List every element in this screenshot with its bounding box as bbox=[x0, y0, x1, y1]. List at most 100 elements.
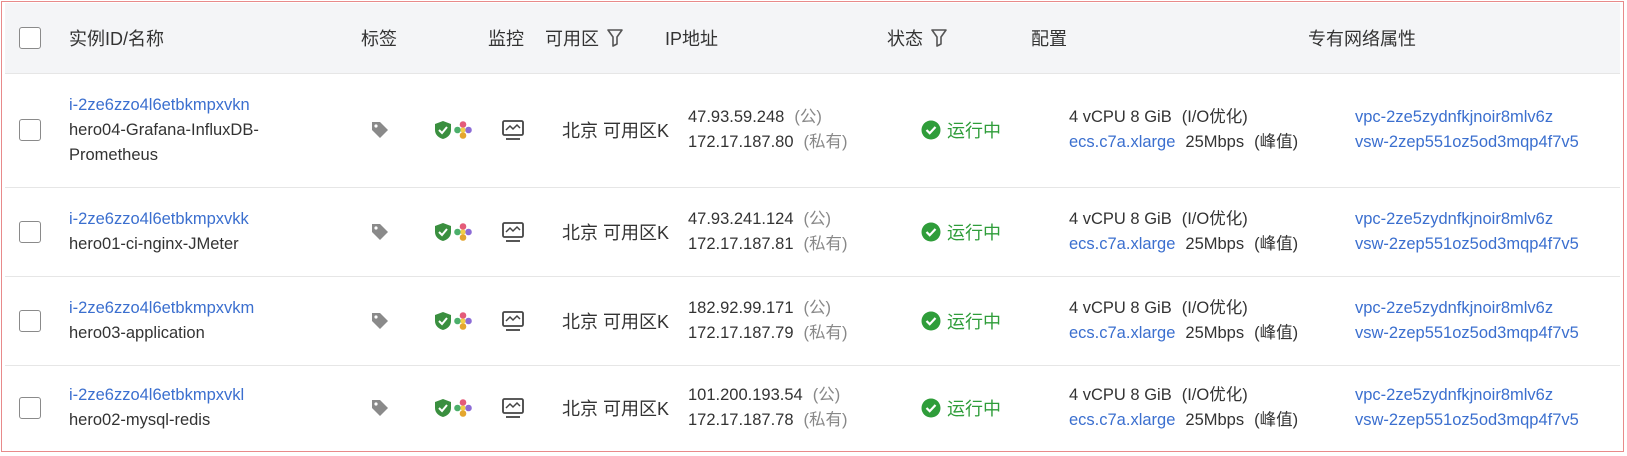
shield-icon[interactable] bbox=[433, 311, 453, 331]
bandwidth-tag: (峰值) bbox=[1254, 133, 1299, 151]
status-text: 运行中 bbox=[947, 399, 1001, 419]
instance-type-link[interactable]: ecs.c7a.xlarge bbox=[1069, 235, 1175, 253]
instance-id-link[interactable]: i-2ze6zzo4l6etbkmpxvkm bbox=[69, 296, 359, 321]
zone-cell: 北京 可用区K bbox=[562, 187, 672, 276]
ip-private: 172.17.187.80 bbox=[688, 133, 794, 151]
vsw-link[interactable]: vsw-2zep551oz5od3mqp4f7v5 bbox=[1355, 321, 1625, 346]
row-checkbox[interactable] bbox=[19, 397, 41, 419]
row-checkbox[interactable] bbox=[19, 309, 41, 332]
shield-icon[interactable] bbox=[433, 222, 453, 242]
tag-cell bbox=[371, 73, 411, 187]
ip-public-line: 101.200.193.54 (公) bbox=[688, 383, 908, 408]
zone-cell: 北京 可用区K bbox=[562, 276, 672, 365]
instance-type-link[interactable]: ecs.c7a.xlarge bbox=[1069, 133, 1175, 151]
header-select-cell bbox=[19, 3, 49, 73]
select-all-checkbox[interactable] bbox=[19, 27, 41, 49]
flower-icon[interactable] bbox=[453, 222, 473, 242]
tag-icon[interactable] bbox=[371, 121, 411, 139]
ip-public-line: 47.93.59.248 (公) bbox=[688, 105, 908, 130]
zone-text: 北京 可用区K bbox=[562, 121, 670, 141]
monitor-icon[interactable] bbox=[501, 221, 541, 243]
spec-tag: (I/O优化) bbox=[1181, 298, 1248, 317]
status-badge: 运行中 bbox=[921, 219, 1051, 245]
header-monitor: 监控 bbox=[488, 29, 524, 49]
row-checkbox[interactable] bbox=[19, 119, 41, 141]
status-badge: 运行中 bbox=[921, 395, 1051, 421]
table-row: i-2ze6zzo4l6etbkmpxvkk hero01-ci-nginx-J… bbox=[5, 187, 1620, 277]
ip-private-line: 172.17.187.78 (私有) bbox=[688, 408, 908, 433]
type-line: ecs.c7a.xlarge 25Mbps (峰值) bbox=[1069, 408, 1349, 433]
spec-line: 4 vCPU 8 GiB (I/O优化) bbox=[1069, 207, 1349, 232]
monitor-cell bbox=[501, 365, 541, 451]
tag-icon[interactable] bbox=[371, 312, 411, 330]
spec-line: 4 vCPU 8 GiB (I/O优化) bbox=[1069, 296, 1349, 321]
security-icons bbox=[433, 311, 483, 331]
ip-private-tag: (私有) bbox=[803, 323, 848, 342]
security-icons bbox=[433, 120, 483, 140]
vpc-cell: vpc-2ze5zydnfkjnoir8mlv6z vsw-2zep551oz5… bbox=[1355, 73, 1625, 187]
instance-name: hero04-Grafana-InfluxDB- bbox=[69, 120, 259, 139]
vpc-link[interactable]: vpc-2ze5zydnfkjnoir8mlv6z bbox=[1355, 383, 1625, 408]
flower-icon[interactable] bbox=[453, 398, 473, 418]
vsw-link[interactable]: vsw-2zep551oz5od3mqp4f7v5 bbox=[1355, 130, 1625, 155]
ip-private: 172.17.187.78 bbox=[688, 411, 794, 429]
row-select-cell bbox=[19, 187, 49, 276]
monitor-icon[interactable] bbox=[501, 310, 541, 332]
vsw-link[interactable]: vsw-2zep551oz5od3mqp4f7v5 bbox=[1355, 408, 1625, 433]
monitor-cell bbox=[501, 276, 541, 365]
filter-icon[interactable] bbox=[607, 29, 623, 47]
check-circle-icon bbox=[921, 120, 941, 140]
vpc-link[interactable]: vpc-2ze5zydnfkjnoir8mlv6z bbox=[1355, 105, 1625, 130]
instance-type-link[interactable]: ecs.c7a.xlarge bbox=[1069, 324, 1175, 342]
ip-private: 172.17.187.81 bbox=[688, 234, 794, 253]
row-select-cell bbox=[19, 276, 49, 365]
vpc-cell: vpc-2ze5zydnfkjnoir8mlv6z vsw-2zep551oz5… bbox=[1355, 365, 1625, 451]
header-status: 状态 bbox=[887, 29, 923, 49]
spec: 4 vCPU 8 GiB bbox=[1069, 108, 1172, 126]
header-config: 配置 bbox=[1031, 29, 1067, 49]
spec: 4 vCPU 8 GiB bbox=[1069, 298, 1172, 317]
bandwidth: 25Mbps bbox=[1185, 323, 1245, 342]
bandwidth: 25Mbps bbox=[1185, 411, 1245, 429]
filter-icon[interactable] bbox=[931, 29, 947, 47]
flower-icon[interactable] bbox=[453, 120, 473, 140]
header-ip: IP地址 bbox=[665, 29, 719, 49]
tag-cell bbox=[371, 276, 411, 365]
status-cell: 运行中 bbox=[921, 73, 1051, 187]
tag-icon[interactable] bbox=[371, 223, 411, 241]
vpc-cell: vpc-2ze5zydnfkjnoir8mlv6z vsw-2zep551oz5… bbox=[1355, 276, 1625, 365]
vpc-link[interactable]: vpc-2ze5zydnfkjnoir8mlv6z bbox=[1355, 296, 1625, 321]
ip-public: 182.92.99.171 bbox=[688, 298, 794, 317]
monitor-icon[interactable] bbox=[501, 397, 541, 419]
ip-public-tag: (公) bbox=[812, 386, 841, 404]
config-cell: 4 vCPU 8 GiB (I/O优化) ecs.c7a.xlarge 25Mbps… bbox=[1069, 276, 1349, 365]
tag-icon[interactable] bbox=[371, 399, 411, 417]
header-tags: 标签 bbox=[361, 29, 397, 49]
spec-line: 4 vCPU 8 GiB (I/O优化) bbox=[1069, 105, 1349, 130]
table-header: 实例ID/名称 标签 监控 可用区 IP地址 状态 配置 专有网络属性 bbox=[5, 3, 1620, 74]
instance-id-link[interactable]: i-2ze6zzo4l6etbkmpxvkl bbox=[69, 383, 359, 408]
ip-public-line: 47.93.241.124 (公) bbox=[688, 207, 908, 232]
spec: 4 vCPU 8 GiB bbox=[1069, 209, 1172, 228]
instance-id-link[interactable]: i-2ze6zzo4l6etbkmpxvkk bbox=[69, 207, 359, 232]
type-line: ecs.c7a.xlarge 25Mbps (峰值) bbox=[1069, 321, 1349, 346]
zone-text: 北京 可用区K bbox=[562, 311, 670, 332]
shield-icon[interactable] bbox=[433, 398, 453, 418]
monitor-cell bbox=[501, 187, 541, 276]
monitor-icon[interactable] bbox=[501, 119, 541, 141]
flower-icon[interactable] bbox=[453, 311, 473, 331]
tag-cell bbox=[371, 365, 411, 451]
ip-public-tag: (公) bbox=[803, 298, 832, 317]
instance-type-link[interactable]: ecs.c7a.xlarge bbox=[1069, 411, 1175, 429]
instance-id-link[interactable]: i-2ze6zzo4l6etbkmpxvkn bbox=[69, 93, 359, 118]
vpc-link[interactable]: vpc-2ze5zydnfkjnoir8mlv6z bbox=[1355, 207, 1625, 232]
shield-icon[interactable] bbox=[433, 120, 453, 140]
vsw-link[interactable]: vsw-2zep551oz5od3mqp4f7v5 bbox=[1355, 232, 1625, 257]
zone-text: 北京 可用区K bbox=[562, 222, 670, 243]
row-checkbox[interactable] bbox=[19, 220, 41, 243]
ip-public: 47.93.241.124 bbox=[688, 209, 794, 228]
status-badge: 运行中 bbox=[921, 308, 1051, 334]
check-circle-icon bbox=[921, 398, 941, 418]
spec-tag: (I/O优化) bbox=[1181, 386, 1248, 404]
check-circle-icon bbox=[921, 311, 941, 330]
